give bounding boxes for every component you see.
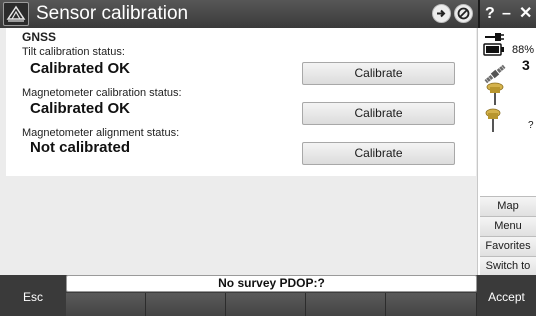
tilt-calibrate-button[interactable]: Calibrate (302, 62, 455, 85)
softkey-2[interactable] (146, 293, 226, 316)
accept-button[interactable]: Accept (477, 275, 536, 316)
minimize-button[interactable]: – (502, 3, 511, 25)
softkey-3[interactable] (226, 293, 306, 316)
help-button[interactable]: ? (485, 3, 495, 25)
satellite-count: 3 (522, 57, 530, 73)
receiver-status: ? (528, 120, 534, 131)
no-entry-icon[interactable] (454, 4, 473, 23)
gnss-receiver-icon[interactable] (486, 82, 504, 106)
softkey-5[interactable] (386, 293, 477, 316)
switch-to-button[interactable]: Switch to (480, 256, 536, 276)
alignment-status-label: Magnetometer alignment status: (22, 127, 180, 139)
power-plug-icon (485, 33, 504, 41)
group-title: GNSS (22, 30, 57, 44)
close-button[interactable]: ✕ (519, 3, 532, 25)
receiver-icon[interactable] (484, 108, 502, 134)
page-title: Sensor calibration (36, 3, 189, 24)
title-separator (478, 0, 480, 28)
magnetometer-status-label: Magnetometer calibration status: (22, 87, 182, 99)
alignment-status-value: Not calibrated (30, 139, 131, 156)
menu-button[interactable]: Menu (480, 216, 536, 236)
map-button[interactable]: Map (480, 196, 536, 216)
battery-icon[interactable] (483, 43, 505, 56)
softkey-1[interactable] (66, 293, 146, 316)
magnetometer-calibrate-button[interactable]: Calibrate (302, 102, 455, 125)
favorites-button[interactable]: Favorites (480, 236, 536, 256)
title-bar: Sensor calibration ? – ✕ (0, 0, 536, 28)
app-icon[interactable] (3, 2, 29, 26)
tilt-status-value: Calibrated OK (30, 60, 131, 77)
softkey-4[interactable] (306, 293, 386, 316)
esc-button[interactable]: Esc (0, 275, 66, 316)
magnetometer-status-value: Calibrated OK (30, 100, 131, 117)
survey-arrow-icon[interactable] (432, 4, 451, 23)
alignment-calibrate-button[interactable]: Calibrate (302, 142, 455, 165)
status-column: 88% 3 ? (480, 28, 536, 196)
tilt-status-label: Tilt calibration status: (22, 46, 125, 58)
battery-level: 88% (512, 44, 535, 56)
survey-status-bar: No survey PDOP:? (66, 275, 477, 292)
